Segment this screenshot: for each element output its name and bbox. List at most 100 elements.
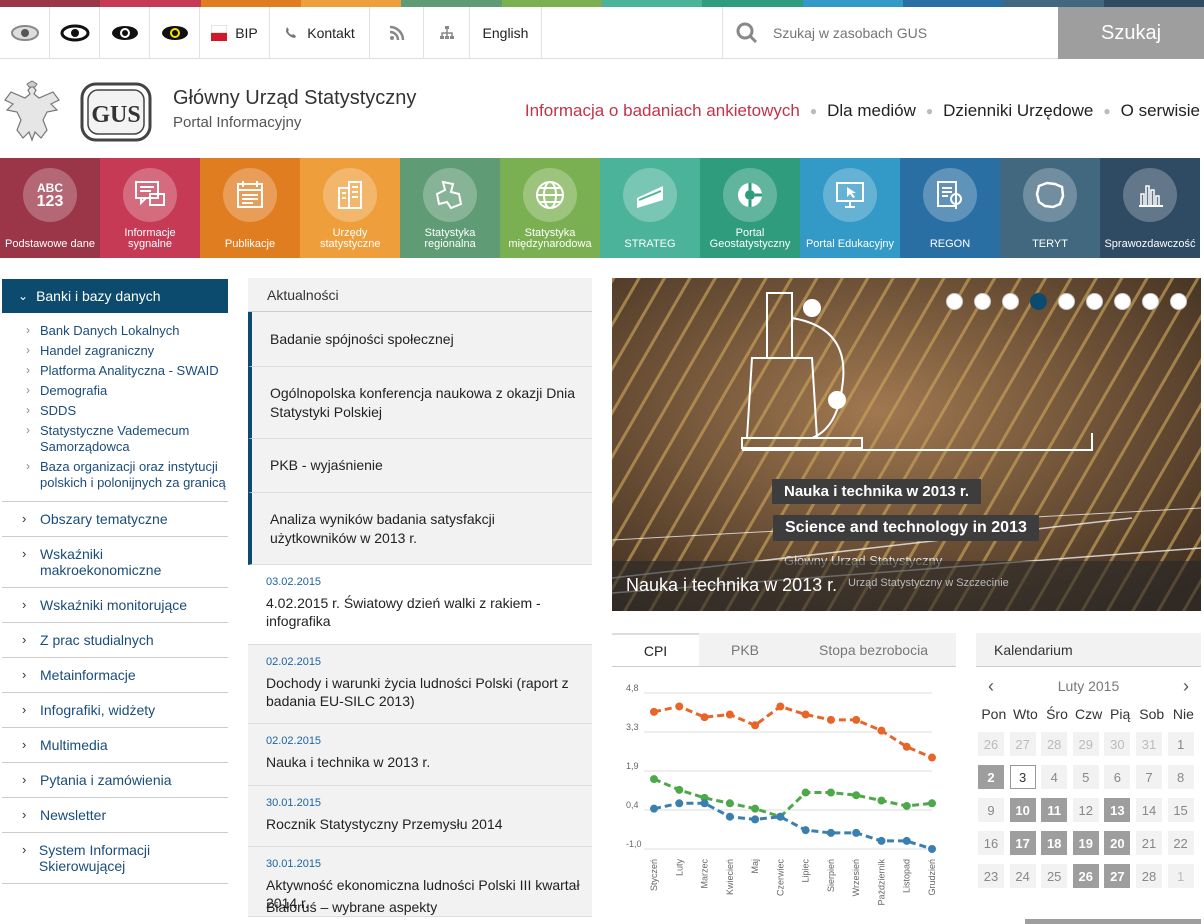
tile-geostat-portal[interactable]: Portal Geostatystyczny — [700, 158, 800, 258]
calendar-day[interactable]: 10 — [1009, 798, 1036, 822]
sidebar-subitem[interactable]: Handel zagraniczny — [26, 341, 228, 361]
gus-logo[interactable]: GUS — [80, 82, 152, 142]
tile-regon[interactable]: REGON — [900, 158, 1000, 258]
slider-dot[interactable] — [1058, 293, 1075, 310]
search-input[interactable] — [773, 25, 1053, 41]
news-item[interactable]: 02.02.2015 Nauka i technika w 2013 r. — [248, 724, 592, 786]
calendar-day[interactable]: 19 — [1072, 831, 1099, 855]
tile-strateg[interactable]: STRATEG — [600, 158, 700, 258]
news-featured-item[interactable]: Analiza wyników badania satysfakcji użyt… — [248, 493, 592, 565]
tab-pkb[interactable]: PKB — [699, 633, 791, 666]
sitemap-button[interactable] — [424, 7, 470, 59]
sidebar-item-studies[interactable]: › Z prac studialnych — [2, 623, 228, 658]
contrast-yb-button[interactable] — [150, 7, 200, 59]
calendar-day[interactable]: 20 — [1104, 831, 1131, 855]
calendar-day[interactable]: 17 — [1009, 831, 1036, 855]
tile-label: Portal Geostatystyczny — [709, 227, 791, 250]
slider-dot[interactable] — [1086, 293, 1103, 310]
sidebar-subitem[interactable]: Demografia — [26, 381, 228, 401]
nav-official-journals[interactable]: Dzienniki Urzędowe — [943, 101, 1093, 121]
slider-dot[interactable] — [946, 293, 963, 310]
calendar-day: 27 — [1009, 732, 1036, 756]
polish-eagle-logo[interactable] — [3, 80, 61, 144]
slider-dot[interactable] — [1114, 293, 1131, 310]
news-item[interactable]: 02.02.2015 Dochody i warunki życia ludno… — [248, 645, 592, 724]
tile-publications[interactable]: Publikacje — [200, 158, 300, 258]
nav-survey-info[interactable]: Informacja o badaniach ankietowych — [525, 101, 800, 121]
calendar-scrollbar[interactable] — [1025, 919, 1201, 924]
tile-signal-info[interactable]: Informacje sygnalne — [100, 158, 200, 258]
news-item[interactable]: 03.02.2015 4.02.2015 r. Światowy dzień w… — [248, 565, 592, 645]
tab-unemployment[interactable]: Stopa bezrobocia — [791, 633, 956, 666]
sidebar-item-infographics[interactable]: › Infografiki, widżety — [2, 693, 228, 728]
contrast-default-button[interactable] — [0, 7, 50, 59]
sidebar-subitem[interactable]: Bank Danych Lokalnych — [26, 321, 228, 341]
sidebar-item-newsletter[interactable]: › Newsletter — [2, 798, 228, 833]
calendar-day[interactable]: 27 — [1104, 864, 1131, 888]
slider-dot[interactable] — [1142, 293, 1159, 310]
tile-international-stats[interactable]: Statystyka międzynarodowa — [500, 158, 600, 258]
sidebar-item-referral-system[interactable]: › System Informacji Skierowującej — [2, 833, 228, 884]
slider-dot[interactable] — [1002, 293, 1019, 310]
contact-link[interactable]: Kontakt — [270, 7, 370, 59]
calendar-day[interactable]: 11 — [1041, 798, 1068, 822]
news-featured-item[interactable]: PKB - wyjaśnienie — [248, 439, 592, 493]
tile-regional-stats[interactable]: Statystyka regionalna — [400, 158, 500, 258]
calendar-day[interactable]: 13 — [1104, 798, 1131, 822]
chevron-left-icon[interactable]: ‹ — [988, 676, 994, 697]
tile-statistical-offices[interactable]: Urzędy statystyczne — [300, 158, 400, 258]
x-tick-label: Styczeń — [649, 859, 659, 891]
rss-button[interactable] — [370, 7, 424, 59]
english-link[interactable]: English — [470, 7, 542, 59]
sidebar-item-multimedia[interactable]: › Multimedia — [2, 728, 228, 763]
tab-cpi[interactable]: CPI — [612, 633, 699, 666]
news-title[interactable]: Białoruś – wybrane aspekty — [266, 898, 437, 916]
news-header: Aktualności — [248, 278, 592, 312]
chevron-right-icon[interactable]: › — [1183, 676, 1189, 697]
news-item[interactable]: 30.01.2015 Aktywność ekonomiczna ludnośc… — [248, 847, 592, 917]
slider-dot[interactable] — [974, 293, 991, 310]
news-featured-item[interactable]: Badanie spójności społecznej — [248, 312, 592, 367]
calendar-day: 5 — [1072, 765, 1099, 789]
sidebar-item-topics[interactable]: › Obszary tematyczne — [2, 502, 228, 537]
sidebar-item-databases[interactable]: ⌄ Banki i bazy danych — [2, 279, 228, 313]
calendar-day[interactable]: 18 — [1041, 831, 1068, 855]
nav-media[interactable]: Dla mediów — [827, 101, 916, 121]
news-featured-item[interactable]: Ogólnopolska konferencja naukowa z okazj… — [248, 367, 592, 439]
sidebar-subitem[interactable]: Statystyczne Vademecum Samorządowca — [26, 421, 228, 457]
nav-about[interactable]: O serwisie — [1121, 101, 1200, 121]
sidebar-subitem[interactable]: Platforma Analityczna - SWAID — [26, 361, 228, 381]
calendar-day[interactable]: 26 — [1072, 864, 1099, 888]
slider-dot[interactable] — [1030, 293, 1047, 310]
y-tick-label: 3,3 — [626, 722, 639, 732]
sidebar-item-label: Obszary tematyczne — [40, 511, 168, 527]
tile-basic-data[interactable]: ABC 123 Podstawowe dane — [0, 158, 100, 258]
globe-icon — [536, 181, 564, 209]
chat-icon — [135, 181, 165, 206]
search-button[interactable]: Szukaj — [1058, 7, 1204, 59]
chevron-right-icon: › — [22, 597, 27, 612]
sidebar-subitem[interactable]: Baza organizacji oraz instytucji polskic… — [26, 457, 228, 493]
slider-dot[interactable] — [1170, 293, 1187, 310]
calendar-weekday: Czw — [1074, 706, 1103, 722]
calendar-day: 1 — [1167, 732, 1194, 756]
contrast-wb-button[interactable] — [100, 7, 150, 59]
news-item[interactable]: 30.01.2015 Rocznik Statystyczny Przemysł… — [248, 786, 592, 847]
tile-education-portal[interactable]: Portal Edukacyjny — [800, 158, 900, 258]
sidebar-item-metainformation[interactable]: › Metainformacje — [2, 658, 228, 693]
monitor-cursor-icon — [836, 182, 864, 208]
tile-reporting[interactable]: Sprawozdawczość — [1100, 158, 1200, 258]
tile-teryt[interactable]: TERYT — [1000, 158, 1100, 258]
sidebar-item-monitoring-indicators[interactable]: › Wskaźniki monitorujące — [2, 588, 228, 623]
chart-tabs: CPI PKB Stopa bezrobocia — [612, 633, 956, 667]
calendar-day: 16 — [978, 831, 1004, 855]
bip-link[interactable]: BIP — [200, 7, 270, 59]
sidebar-subitem[interactable]: SDDS — [26, 401, 228, 421]
contrast-bw-button[interactable] — [50, 7, 100, 59]
sidebar-item-questions[interactable]: › Pytania i zamówienia — [2, 763, 228, 798]
sidebar-item-macro-indicators[interactable]: › Wskaźniki makroekonomiczne — [2, 537, 228, 588]
data-point — [826, 788, 835, 797]
org-title[interactable]: Główny Urząd Statystyczny — [173, 87, 416, 110]
hero-slider[interactable]: Nauka i technika w 2013 r. Science and t… — [612, 278, 1201, 611]
calendar-day[interactable]: 2 — [978, 765, 1004, 789]
